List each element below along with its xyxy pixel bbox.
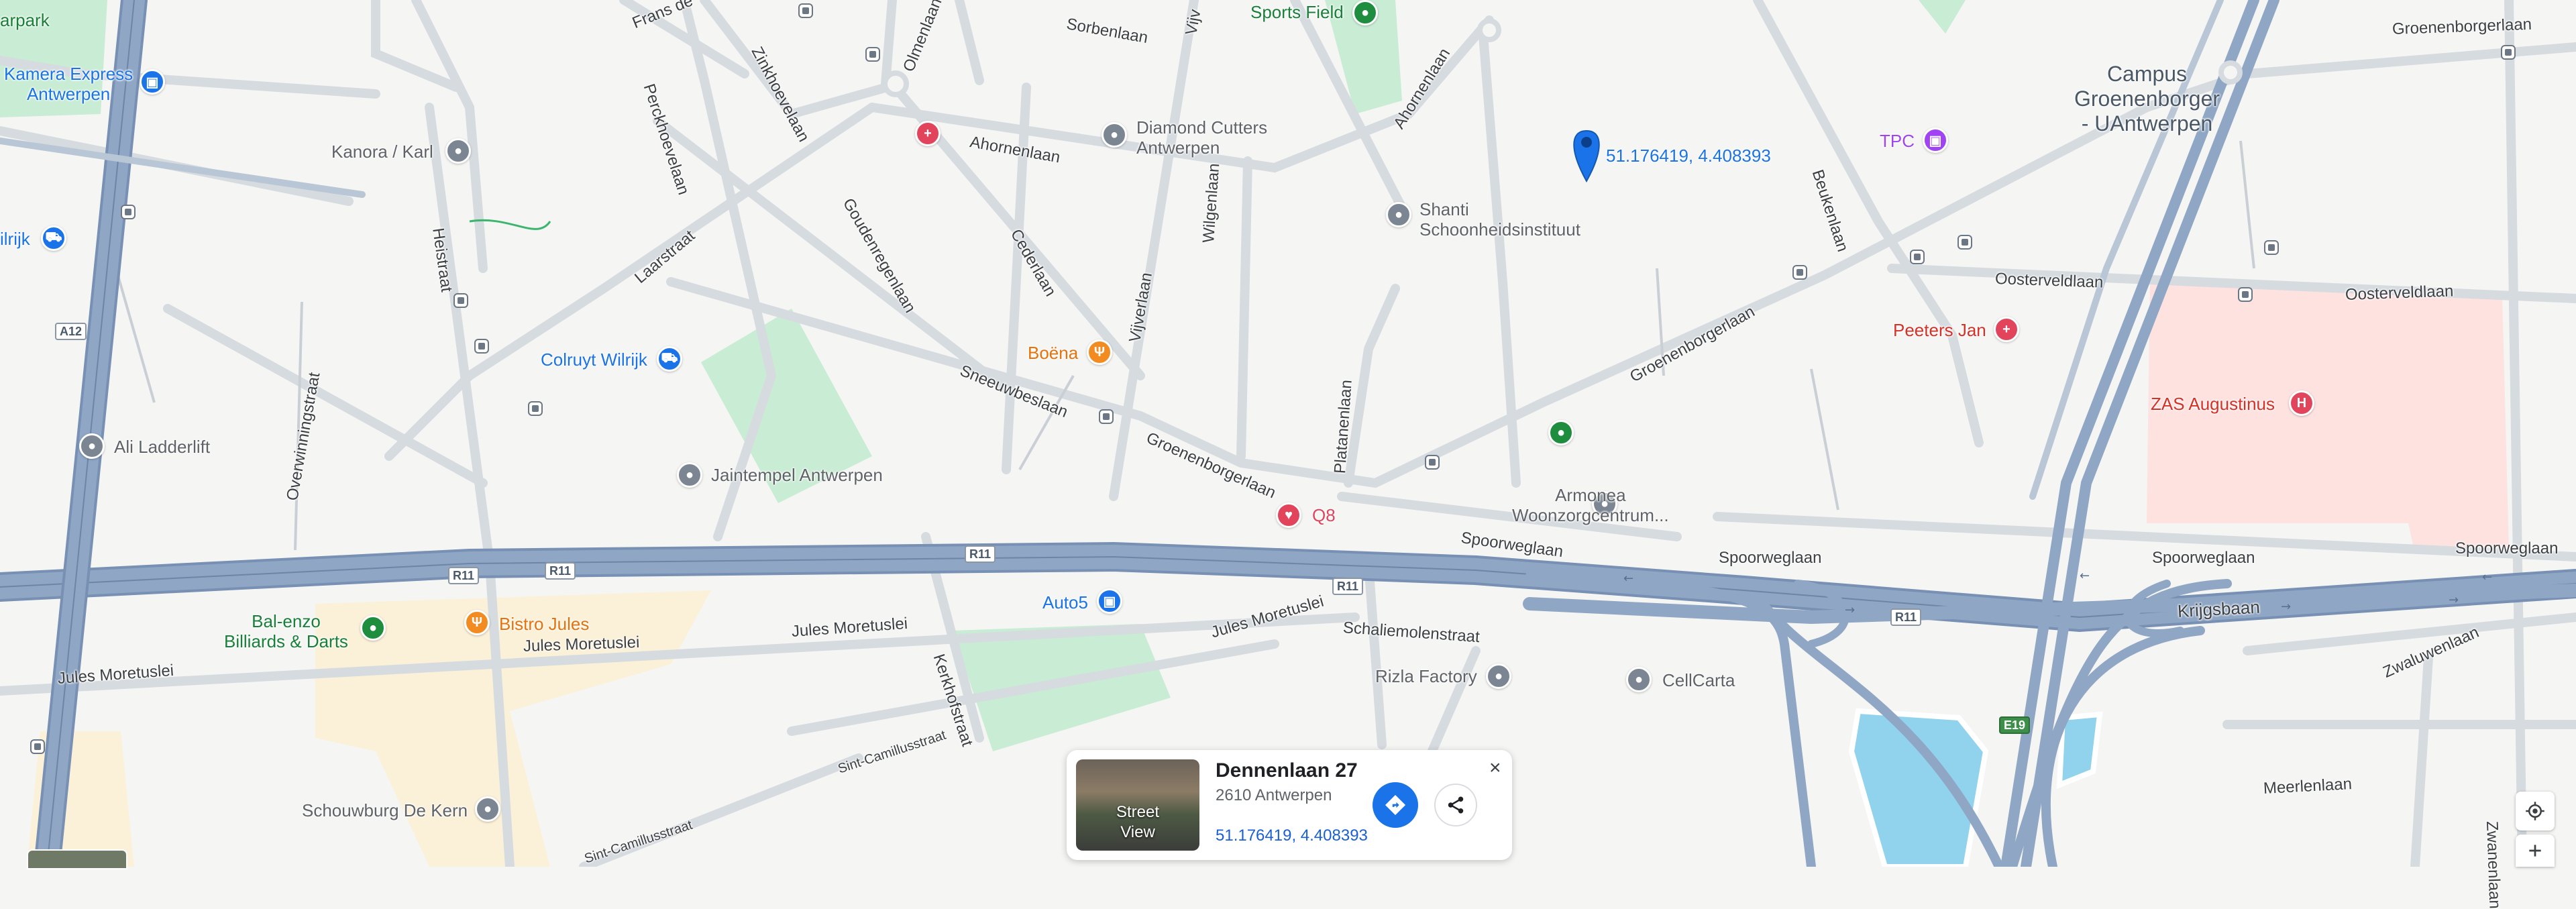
place-title: Dennenlaan 27	[1216, 759, 1358, 782]
road-shield: R11	[965, 545, 996, 563]
street-label: Oosterveldlaan	[1994, 270, 2104, 292]
place-address: 2610 Antwerpen	[1216, 786, 1332, 804]
street-label: Oosterveldlaan	[2345, 282, 2454, 304]
place-label[interactable]: Colruyt Wilrijk	[541, 350, 647, 370]
svg-text:←: ←	[1623, 572, 1633, 586]
place-label[interactable]: Jaintempel Antwerpen	[711, 465, 883, 486]
zoom-in-icon	[2529, 845, 2541, 857]
svg-text:←: ←	[2080, 569, 2090, 583]
street-label: Spoorweglaan	[1719, 549, 1822, 567]
svg-text:←: ←	[2482, 570, 2492, 584]
car-service-icon[interactable]: ▣	[1097, 588, 1122, 614]
place-icon[interactable]: ●	[1626, 667, 1652, 692]
place-icon[interactable]: ●	[79, 433, 105, 459]
place-label[interactable]: arpark	[0, 10, 50, 31]
restaurant-icon[interactable]: Ψ	[464, 610, 490, 635]
place-icon[interactable]: ●	[1548, 420, 1574, 445]
hospital-area	[2147, 282, 2509, 553]
svg-text:→: →	[2281, 600, 2291, 614]
bus-stop-icon[interactable]	[1957, 235, 1972, 250]
directions-icon	[1385, 794, 1406, 816]
place-icon[interactable]: ●	[1486, 663, 1511, 689]
street-label: Spoorweglaan	[2455, 539, 2559, 557]
shopping-bag-icon[interactable]: ▣	[140, 69, 165, 95]
place-label[interactable]: CellCarta	[1662, 670, 1735, 691]
bus-stop-icon[interactable]	[30, 739, 45, 754]
place-icon[interactable]: ●	[475, 796, 500, 822]
street-label: Zwanenlaan	[2483, 820, 2504, 909]
place-label[interactable]: Shanti Schoonheidsinstituut	[1419, 199, 1580, 240]
road-shield: R11	[1332, 578, 1364, 595]
sports-icon[interactable]: ●	[1352, 0, 1378, 25]
place-label[interactable]: Campus Groenenborger - UAntwerpen	[2074, 62, 2220, 136]
restaurant-icon[interactable]: Ψ	[1087, 339, 1112, 365]
hospital-icon[interactable]: H	[2289, 390, 2314, 416]
bus-stop-icon[interactable]	[2238, 287, 2253, 302]
medical-icon[interactable]: +	[1994, 317, 2019, 342]
place-label[interactable]: Peeters Jan	[1893, 320, 1986, 341]
road-shield: R11	[1890, 608, 1922, 626]
pin-coordinates-label[interactable]: 51.176419, 4.408393	[1606, 146, 1771, 166]
my-location-icon	[2526, 802, 2544, 820]
place-icon[interactable]: ●	[445, 138, 471, 164]
road-shield: E19	[1999, 716, 2031, 734]
svg-text:→: →	[1845, 603, 1855, 617]
zoom-in-button[interactable]	[2516, 835, 2555, 867]
bus-stop-icon[interactable]	[1099, 409, 1114, 424]
directions-button[interactable]	[1373, 782, 1418, 828]
shopping-cart-icon[interactable]: ⛟	[41, 225, 66, 251]
place-coordinates[interactable]: 51.176419, 4.408393	[1216, 826, 1368, 845]
place-label[interactable]: Kamera Express Antwerpen	[4, 64, 133, 105]
place-label[interactable]: ZAS Augustinus	[2151, 394, 2275, 415]
place-icon[interactable]: ●	[1386, 202, 1411, 227]
bus-stop-icon[interactable]	[1910, 250, 1925, 264]
bus-stop-icon[interactable]	[1792, 265, 1807, 280]
shopping-cart-icon[interactable]: ⛟	[657, 346, 682, 372]
street-label: Krijgsbaan	[2177, 596, 2261, 621]
bus-stop-icon[interactable]	[1425, 455, 1440, 470]
road-shield: A12	[55, 323, 87, 340]
place-label[interactable]: Sports Field	[1250, 2, 1344, 23]
bus-stop-icon[interactable]	[453, 293, 468, 308]
place-icon[interactable]: ●	[677, 462, 702, 488]
bus-stop-icon[interactable]	[865, 47, 880, 62]
place-label[interactable]: Bal-enzo Billiards & Darts	[224, 611, 348, 652]
bus-stop-icon[interactable]	[2501, 45, 2516, 60]
place-label[interactable]: Boëna	[1028, 343, 1078, 364]
bus-stop-icon[interactable]	[2264, 240, 2279, 255]
bus-stop-icon[interactable]	[121, 205, 136, 219]
bus-stop-icon[interactable]	[528, 401, 543, 416]
place-label[interactable]: Q8	[1312, 505, 1336, 526]
road-shield: R11	[545, 562, 576, 580]
close-icon[interactable]: ×	[1489, 757, 1501, 780]
svg-text:→: →	[2449, 593, 2459, 607]
bus-stop-icon[interactable]	[474, 339, 489, 354]
shopping-bag-icon[interactable]: ▣	[1923, 127, 1948, 153]
place-label[interactable]: Schouwburg De Kern	[302, 800, 468, 821]
place-label[interactable]: Diamond Cutters Antwerpen	[1136, 117, 1267, 158]
share-icon	[1448, 796, 1464, 814]
street-view-thumbnail[interactable]: Street View	[1076, 759, 1199, 851]
place-label[interactable]: Bistro Jules	[499, 614, 589, 635]
my-location-button[interactable]	[2516, 792, 2555, 831]
place-label[interactable]: Kanora / Karl	[331, 142, 433, 162]
street-label: Spoorweglaan	[2152, 549, 2255, 567]
place-label[interactable]: ilrijk	[0, 229, 30, 250]
place-label[interactable]: Armonea Woonzorgcentrum...	[1512, 485, 1669, 526]
place-label[interactable]: Ali Ladderlift	[114, 437, 210, 458]
bus-stop-icon[interactable]	[798, 3, 813, 18]
place-icon[interactable]: ●	[360, 615, 386, 641]
place-label[interactable]: Auto5	[1042, 592, 1088, 613]
place-label[interactable]: Rizla Factory	[1375, 666, 1477, 687]
gas-station-icon[interactable]: ♥	[1276, 502, 1301, 528]
street-view-label: Street View	[1116, 803, 1160, 841]
place-info-card[interactable]: Street View Dennenlaan 27 2610 Antwerpen…	[1067, 750, 1512, 860]
place-label[interactable]: TPC	[1880, 131, 1915, 152]
medical-icon[interactable]: +	[915, 121, 941, 146]
road-shield: R11	[448, 567, 480, 584]
place-icon[interactable]: ●	[1102, 122, 1127, 148]
share-button[interactable]	[1434, 784, 1477, 826]
